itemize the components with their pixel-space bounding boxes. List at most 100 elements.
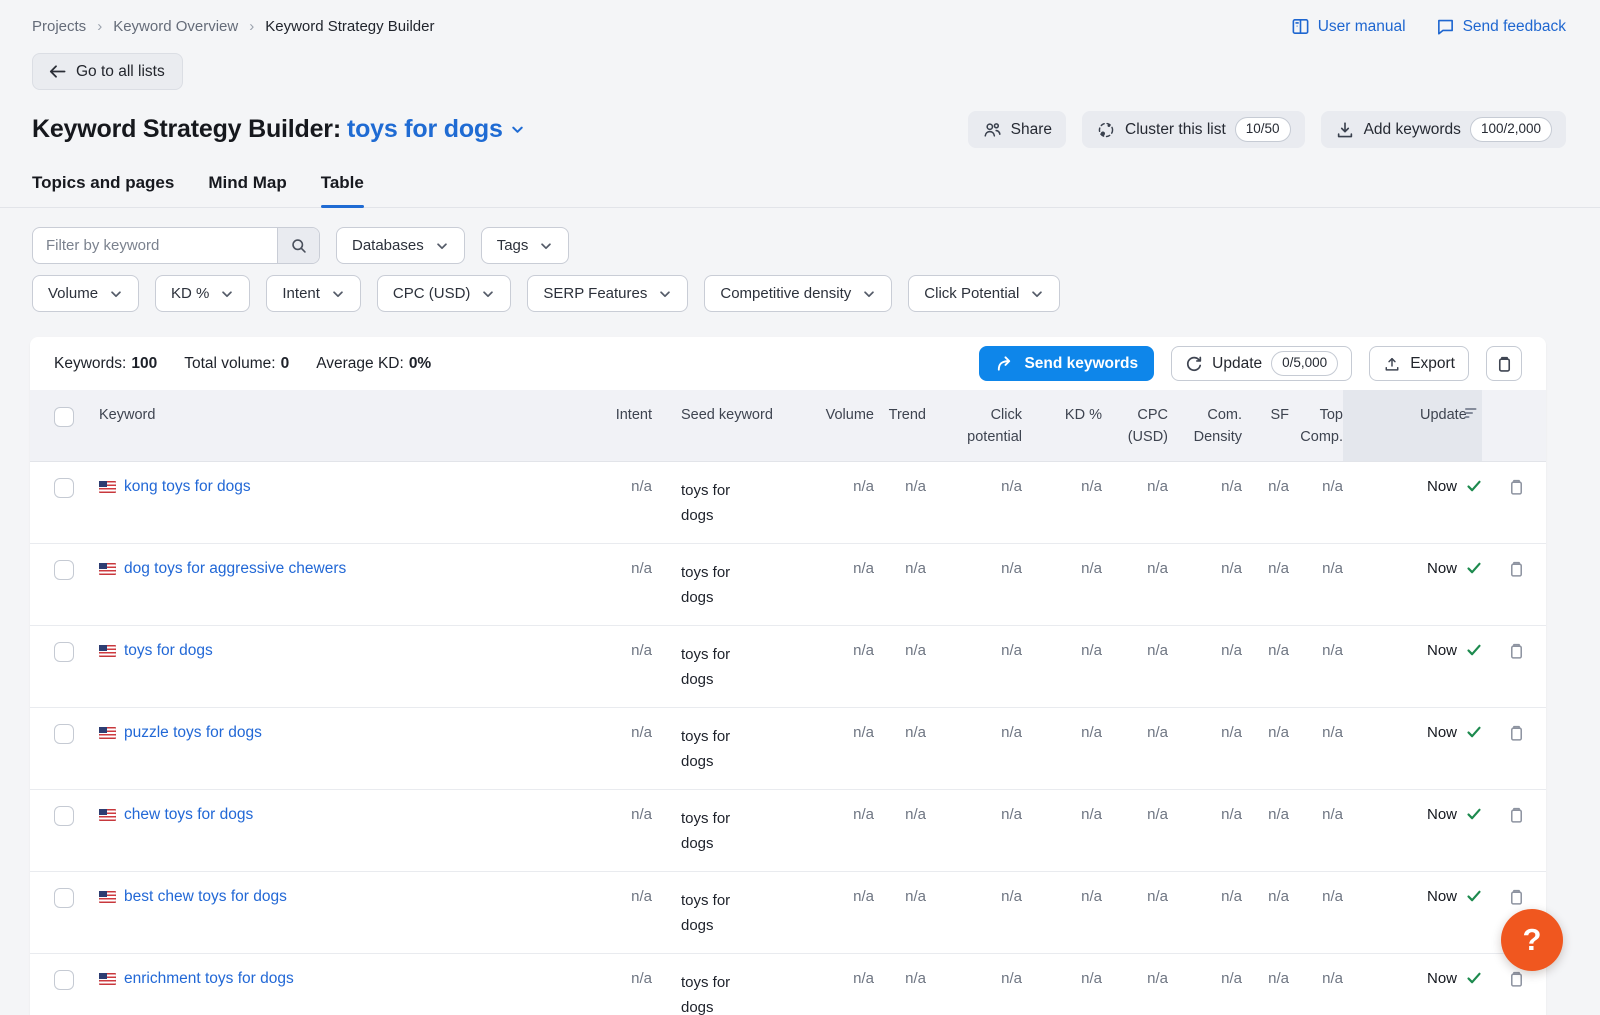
row-checkbox[interactable] [54,560,74,580]
delete-row-button[interactable] [1508,888,1525,906]
trend-cell: n/a [874,625,926,707]
us-flag-icon [99,891,116,903]
update-button[interactable]: Update 0/5,000 [1171,346,1352,381]
cluster-this-list-button[interactable]: Cluster this list 10/50 [1082,111,1305,148]
intent-cell: n/a [590,953,652,1015]
column-header-sf[interactable]: SF [1242,390,1289,461]
serp-features-filter[interactable]: SERP Features [527,275,688,312]
keyword-link[interactable]: dog toys for aggressive chewers [124,560,346,578]
row-checkbox[interactable] [54,724,74,744]
cpc-filter[interactable]: CPC (USD) [377,275,512,312]
column-header-volume[interactable]: Volume [800,390,874,461]
updated-check-icon [1466,725,1482,739]
row-checkbox[interactable] [54,642,74,662]
trash-icon [1496,355,1513,373]
trend-cell: n/a [874,953,926,1015]
book-icon [1291,17,1310,36]
keyword-link[interactable]: toys for dogs [124,642,213,660]
volume-filter[interactable]: Volume [32,275,139,312]
row-checkbox[interactable] [54,888,74,908]
intent-filter[interactable]: Intent [266,275,361,312]
filter-by-keyword-input[interactable] [33,228,277,263]
share-button[interactable]: Share [968,111,1066,148]
average-kd-stat: Average KD:0% [316,355,431,373]
delete-row-button[interactable] [1508,478,1525,496]
updated-check-icon [1466,561,1482,575]
go-to-all-lists-button[interactable]: Go to all lists [32,53,183,90]
delete-row-button[interactable] [1508,724,1525,742]
updated-cell: Now [1343,953,1482,1015]
breadcrumb-keyword-overview[interactable]: Keyword Overview [113,18,238,35]
column-header-kd[interactable]: KD % [1022,390,1102,461]
breadcrumb-separator-icon: › [97,18,102,35]
delete-list-button[interactable] [1486,346,1522,381]
column-header-top-comp[interactable]: Top Comp. [1289,390,1343,461]
select-all-checkbox[interactable] [54,407,74,427]
trash-icon [1508,724,1525,742]
row-checkbox[interactable] [54,478,74,498]
cpc-cell: n/a [1102,461,1168,543]
chevron-down-icon [658,287,672,301]
column-header-cpc[interactable]: CPC (USD) [1102,390,1168,461]
us-flag-icon [99,727,116,739]
trash-icon [1508,560,1525,578]
column-header-trend[interactable]: Trend [874,390,926,461]
kd-filter[interactable]: KD % [155,275,250,312]
top-comp-cell: n/a [1289,953,1343,1015]
tab-topics-and-pages[interactable]: Topics and pages [32,173,174,207]
keyword-link[interactable]: enrichment toys for dogs [124,970,294,988]
volume-cell: n/a [800,789,874,871]
click-potential-filter[interactable]: Click Potential [908,275,1060,312]
keyword-link[interactable]: best chew toys for dogs [124,888,287,906]
updated-cell: Now [1343,789,1482,871]
competitive-density-filter[interactable]: Competitive density [704,275,892,312]
title-row: Keyword Strategy Builder:toys for dogs S… [32,111,1566,148]
cpc-cell: n/a [1102,625,1168,707]
column-header-actions [1482,390,1546,461]
list-name-dropdown[interactable]: toys for dogs [347,115,525,144]
delete-row-button[interactable] [1508,560,1525,578]
column-header-click-potential[interactable]: Click potential [926,390,1022,461]
trend-cell: n/a [874,707,926,789]
table-row: puzzle toys for dogs n/a toys for dogs n… [30,707,1546,789]
tags-filter[interactable]: Tags [481,227,570,264]
keyword-link[interactable]: kong toys for dogs [124,478,251,496]
trash-icon [1508,806,1525,824]
delete-row-button[interactable] [1508,806,1525,824]
row-checkbox[interactable] [54,806,74,826]
trend-cell: n/a [874,871,926,953]
row-checkbox[interactable] [54,970,74,990]
column-header-com-density[interactable]: Com. Density [1168,390,1242,461]
add-keywords-label: Add keywords [1364,121,1461,139]
column-header-intent[interactable]: Intent [590,390,652,461]
delete-row-button[interactable] [1508,642,1525,660]
arrow-left-icon [47,62,66,81]
breadcrumb-projects[interactable]: Projects [32,18,86,35]
table-row: dog toys for aggressive chewers n/a toys… [30,543,1546,625]
table-row: toys for dogs n/a toys for dogs n/a n/a … [30,625,1546,707]
databases-filter[interactable]: Databases [336,227,465,264]
delete-row-button[interactable] [1508,970,1525,988]
search-button[interactable] [277,228,319,263]
column-header-updated[interactable]: Updated [1343,390,1482,461]
keyword-link[interactable]: puzzle toys for dogs [124,724,262,742]
tab-table[interactable]: Table [321,173,364,207]
tab-mind-map[interactable]: Mind Map [208,173,286,207]
go-to-all-lists-label: Go to all lists [76,63,165,81]
send-feedback-link[interactable]: Send feedback [1436,17,1566,36]
keywords-count-stat: Keywords:100 [54,355,157,373]
top-comp-cell: n/a [1289,543,1343,625]
keyword-link[interactable]: chew toys for dogs [124,806,253,824]
add-keywords-button[interactable]: Add keywords 100/2,000 [1321,111,1566,148]
column-header-keyword[interactable]: Keyword [90,390,590,461]
kd-cell: n/a [1022,461,1102,543]
page-title-text: Keyword Strategy Builder: [32,115,341,143]
help-button[interactable]: ? [1501,909,1563,971]
sf-cell: n/a [1242,953,1289,1015]
export-button[interactable]: Export [1369,346,1469,381]
send-keywords-button[interactable]: Send keywords [979,346,1154,381]
user-manual-link[interactable]: User manual [1291,17,1406,36]
intent-cell: n/a [590,625,652,707]
column-header-seed-keyword[interactable]: Seed keyword [652,390,800,461]
intent-cell: n/a [590,461,652,543]
